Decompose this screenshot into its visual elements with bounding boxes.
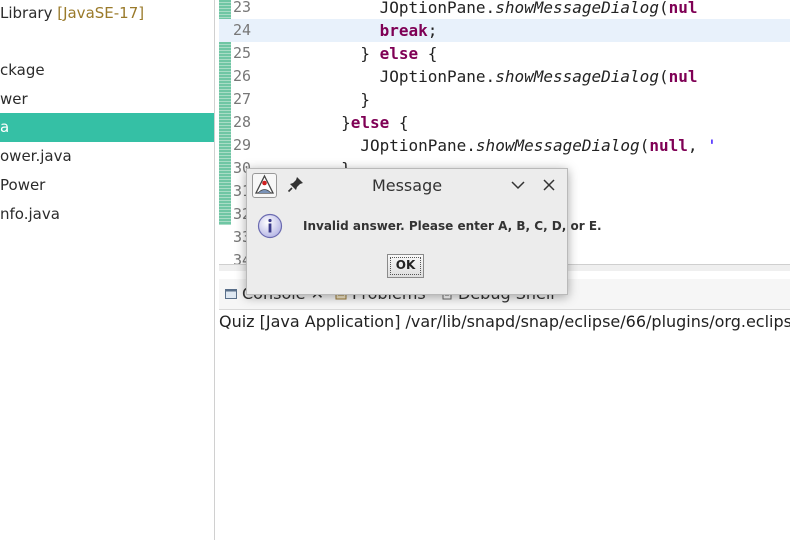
code-text: } bbox=[264, 88, 370, 111]
code-token: ( bbox=[658, 67, 669, 86]
code-line[interactable]: 25 } else { bbox=[219, 42, 790, 65]
code-line[interactable]: 24 break; bbox=[219, 19, 790, 42]
code-token: ; bbox=[427, 21, 438, 40]
code-token: } bbox=[360, 44, 380, 63]
code-token: nul bbox=[668, 67, 698, 86]
tree-item-file[interactable]: ower.java bbox=[0, 142, 214, 171]
code-token: showMessageDialog bbox=[495, 0, 659, 17]
code-token: showMessageDialog bbox=[475, 136, 640, 155]
tree-item-label: Power bbox=[0, 176, 46, 194]
code-token: JOptionPane. bbox=[379, 0, 496, 17]
code-line[interactable]: 28 }else { bbox=[219, 111, 790, 134]
line-number: 27 bbox=[233, 90, 252, 108]
console-output[interactable] bbox=[219, 334, 790, 540]
line-number: 28 bbox=[233, 113, 252, 131]
code-token: else bbox=[350, 113, 390, 132]
code-token: } bbox=[341, 113, 351, 132]
code-token: else bbox=[379, 44, 419, 63]
code-token: ( bbox=[639, 136, 650, 155]
tree-item-label: a bbox=[0, 118, 10, 136]
tree-item-label: nfo.java bbox=[0, 205, 60, 223]
code-token: showMessageDialog bbox=[495, 67, 659, 86]
tree-item-package[interactable]: ckage bbox=[0, 56, 214, 85]
console-process-title: Quiz [Java Application] /var/lib/snapd/s… bbox=[219, 309, 790, 335]
code-text: }else { bbox=[264, 111, 409, 134]
code-token: ' bbox=[707, 136, 717, 155]
line-number: 23 bbox=[233, 0, 252, 16]
code-text: JOptionPane.showMessageDialog(nul bbox=[264, 0, 698, 19]
chevron-down-icon[interactable] bbox=[510, 177, 526, 193]
ok-button[interactable]: OK bbox=[387, 254, 424, 278]
tree-item-label: wer bbox=[0, 90, 28, 108]
code-token: { bbox=[418, 44, 438, 63]
code-token: JOptionPane. bbox=[360, 136, 476, 155]
code-token: ( bbox=[658, 0, 669, 17]
tree-item-file[interactable]: nfo.java bbox=[0, 200, 214, 229]
line-number: 29 bbox=[233, 136, 252, 154]
package-explorer: Library [JavaSE-17] ckage wer a ower.jav… bbox=[0, 0, 215, 540]
code-token: nul bbox=[668, 0, 698, 17]
code-token: , bbox=[687, 136, 708, 155]
pin-icon[interactable] bbox=[287, 175, 305, 193]
dialog-titlebar[interactable]: Message bbox=[247, 169, 567, 202]
info-icon bbox=[257, 213, 283, 239]
tree-item-label: Library bbox=[0, 4, 58, 22]
code-token: } bbox=[360, 90, 370, 109]
tree-item-selected[interactable]: a bbox=[0, 113, 214, 142]
tree-item-label: ckage bbox=[0, 61, 45, 79]
library-version: [JavaSE-17] bbox=[57, 4, 145, 22]
tree-item-file[interactable]: wer bbox=[0, 85, 214, 114]
tree-item-file[interactable]: Power bbox=[0, 171, 214, 200]
code-line[interactable]: 23 JOptionPane.showMessageDialog(nul bbox=[219, 0, 790, 19]
code-line[interactable]: 27 } bbox=[219, 88, 790, 111]
dialog-message: Invalid answer. Please enter A, B, C, D,… bbox=[303, 219, 602, 233]
code-token: null bbox=[649, 136, 688, 155]
code-text: JOptionPane.showMessageDialog(null, ' bbox=[264, 134, 717, 157]
code-text: JOptionPane.showMessageDialog(nul bbox=[264, 65, 698, 88]
line-number: 25 bbox=[233, 44, 252, 62]
console-icon bbox=[225, 289, 237, 299]
code-token: { bbox=[389, 113, 409, 132]
code-line[interactable]: 26 JOptionPane.showMessageDialog(nul bbox=[219, 65, 790, 88]
code-token: break bbox=[379, 21, 428, 40]
line-number: 24 bbox=[233, 21, 252, 39]
tree-item-library[interactable]: Library [JavaSE-17] bbox=[0, 0, 214, 28]
tree-item-label: ower.java bbox=[0, 147, 72, 165]
line-number: 26 bbox=[233, 67, 252, 85]
code-token: JOptionPane. bbox=[379, 67, 496, 86]
message-dialog: Message Invalid answer. Please enter A, … bbox=[246, 168, 602, 295]
code-text: } else { bbox=[264, 42, 437, 65]
close-icon[interactable] bbox=[541, 177, 557, 193]
java-app-icon bbox=[252, 173, 277, 198]
code-line[interactable]: 29 JOptionPane.showMessageDialog(null, ' bbox=[219, 134, 790, 157]
code-text: break; bbox=[264, 19, 438, 42]
